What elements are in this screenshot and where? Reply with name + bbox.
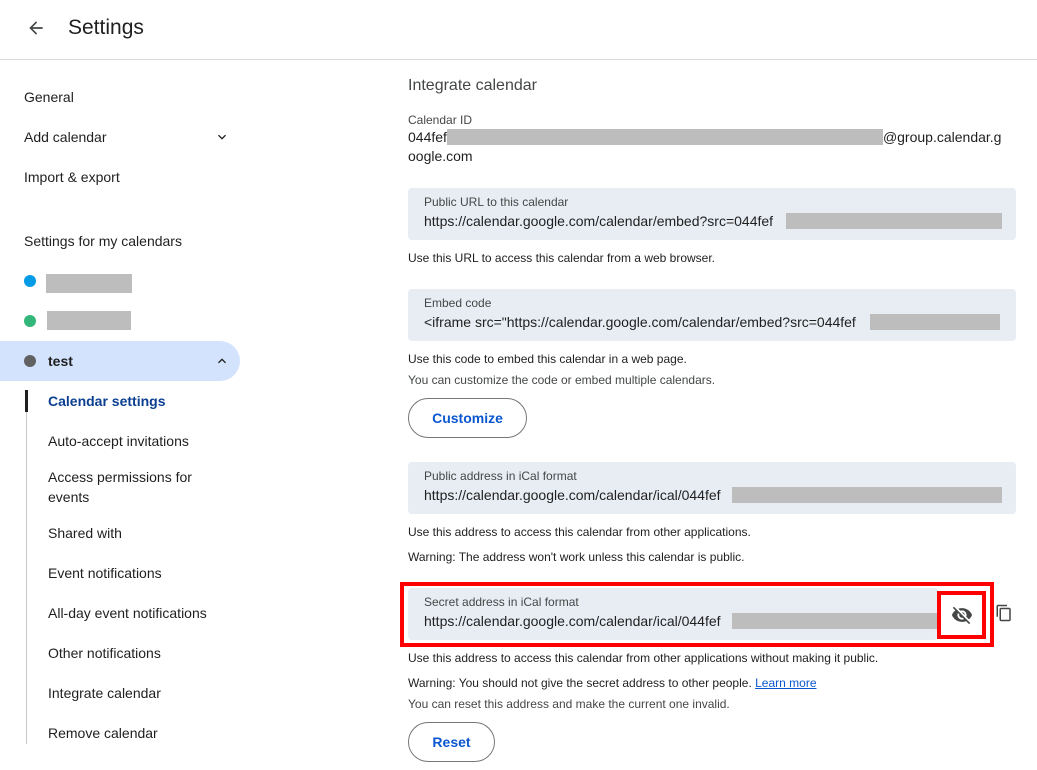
sidebar-item-remove-calendar[interactable]: Remove calendar	[48, 723, 218, 743]
public-ical-field[interactable]: Public address in iCal format https://ca…	[408, 462, 1016, 514]
embed-code-field[interactable]: Embed code <iframe src="https://calendar…	[408, 289, 1016, 341]
submenu-active-indicator	[25, 390, 28, 412]
sidebar-item-other-notifications[interactable]: Other notifications	[48, 643, 218, 663]
section-heading-my-calendars: Settings for my calendars	[24, 233, 182, 249]
chevron-down-icon[interactable]	[214, 129, 230, 145]
back-button[interactable]	[22, 14, 50, 42]
sidebar-item-general[interactable]: General	[24, 89, 74, 105]
redacted-public-ical	[732, 487, 1002, 503]
redacted-calendar-name	[46, 274, 132, 293]
sidebar-item-all-day-notifications[interactable]: All-day event notifications	[48, 603, 248, 623]
embed-code-value: <iframe src="https://calendar.google.com…	[424, 314, 856, 330]
arrow-back-icon	[29, 21, 43, 35]
secret-ical-warning: Warning: You should not give the secret …	[408, 676, 817, 690]
calendar-name: test	[48, 353, 73, 369]
customize-button[interactable]: Customize	[408, 398, 527, 438]
submenu-rail	[26, 390, 27, 744]
highlight-outline	[400, 582, 994, 647]
sidebar-item-add-calendar[interactable]: Add calendar	[24, 129, 107, 145]
public-url-helper: Use this URL to access this calendar fro…	[408, 251, 716, 265]
public-url-field[interactable]: Public URL to this calendar https://cale…	[408, 188, 1016, 240]
redacted-embed	[870, 314, 1000, 330]
integrate-calendar-panel: Integrate calendar Calendar ID 044fef @gr…	[408, 61, 1018, 770]
highlight-icon-outline	[937, 591, 986, 639]
public-ical-value: https://calendar.google.com/calendar/ica…	[424, 487, 721, 503]
embed-code-label: Embed code	[424, 296, 492, 310]
redacted-calendar-name	[47, 311, 131, 330]
settings-sidebar: General Add calendar Import & export Set…	[0, 61, 260, 770]
secret-ical-warning-text: Warning: You should not give the secret …	[408, 676, 752, 690]
calendar-id-prefix: 044fef	[408, 129, 447, 145]
redacted-url	[786, 213, 1002, 229]
secret-ical-helper: Use this address to access this calendar…	[408, 651, 879, 665]
public-url-label: Public URL to this calendar	[424, 195, 569, 209]
page-title: Settings	[68, 16, 144, 39]
sidebar-item-shared-with[interactable]: Shared with	[48, 523, 218, 543]
calendar-item-1[interactable]	[0, 261, 240, 301]
public-ical-helper: Use this address to access this calendar…	[408, 525, 751, 539]
redacted-id	[446, 129, 883, 145]
embed-code-helper: Use this code to embed this calendar in …	[408, 352, 687, 366]
sidebar-item-access-permissions[interactable]: Access permissions for events	[48, 467, 218, 507]
sidebar-item-auto-accept[interactable]: Auto-accept invitations	[48, 431, 218, 451]
reset-button[interactable]: Reset	[408, 722, 495, 762]
calendar-id-label: Calendar ID	[408, 113, 473, 127]
section-title: Integrate calendar	[408, 77, 537, 94]
calendar-color-dot	[24, 275, 36, 287]
sidebar-item-import-export[interactable]: Import & export	[24, 169, 120, 185]
calendar-color-dot	[24, 355, 36, 367]
calendar-item-test[interactable]: test	[0, 341, 240, 381]
copy-button[interactable]	[992, 600, 1016, 626]
public-url-value: https://calendar.google.com/calendar/emb…	[424, 213, 774, 229]
copy-icon	[996, 604, 1011, 622]
chevron-up-icon[interactable]	[214, 353, 230, 369]
secret-ical-reset-helper: You can reset this address and make the …	[408, 697, 730, 711]
learn-more-link[interactable]: Learn more	[755, 676, 816, 690]
embed-code-helper-2: You can customize the code or embed mult…	[408, 373, 716, 387]
calendar-id-suffix: @group.calendar.g	[882, 129, 1002, 145]
public-ical-warning: Warning: The address won't work unless t…	[408, 550, 745, 564]
sidebar-item-integrate-calendar[interactable]: Integrate calendar	[48, 683, 218, 703]
calendar-id-value: 044fef @group.calendar.g oogle.com	[408, 128, 1013, 166]
calendar-item-2[interactable]	[0, 301, 240, 341]
sidebar-item-event-notifications[interactable]: Event notifications	[48, 563, 218, 583]
sidebar-item-calendar-settings[interactable]: Calendar settings	[48, 391, 218, 411]
calendar-color-dot	[24, 315, 36, 327]
calendar-id-line2: oogle.com	[408, 148, 473, 164]
public-ical-label: Public address in iCal format	[424, 469, 577, 483]
app-header: Settings	[0, 0, 1037, 60]
